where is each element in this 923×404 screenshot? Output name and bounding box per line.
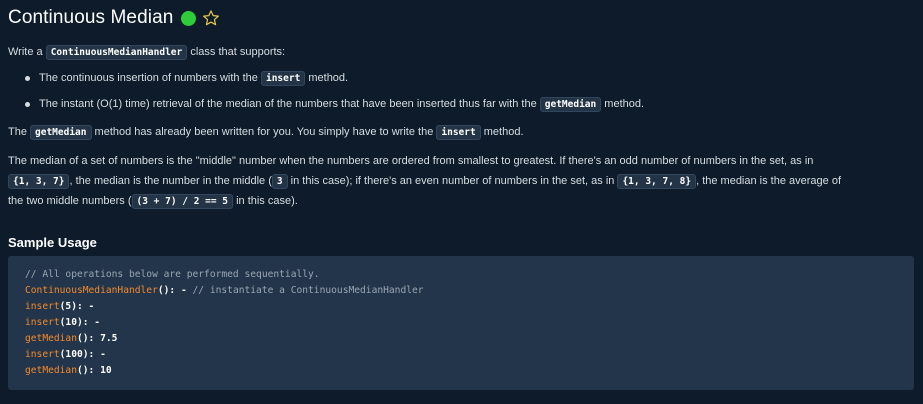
completed-status-icon	[181, 10, 197, 26]
sample-usage-heading: Sample Usage	[8, 235, 97, 250]
bullet-item-getmedian: The instant (O(1) time) retrieval of the…	[39, 96, 644, 113]
star-outline-icon[interactable]	[202, 9, 220, 27]
even-set-code: {1, 3, 7, 8}	[617, 174, 697, 189]
paragraph-text: , the median is the average of	[696, 175, 842, 187]
code-function: insert	[25, 301, 60, 312]
median-definition-line-1: The median of a set of numbers is the "m…	[8, 155, 814, 167]
insert-code: insert	[436, 125, 481, 140]
bullet-text: method.	[601, 98, 645, 110]
median-definition-line-3: the two middle numbers ((3 + 7) / 2 == 5…	[8, 193, 298, 210]
page-title: Continuous Median	[8, 7, 174, 28]
bullet-dot	[25, 102, 30, 107]
odd-set-code: {1, 3, 7}	[8, 174, 70, 189]
class-name-code: ContinuousMedianHandler	[45, 45, 188, 60]
code-output: (): 10	[76, 365, 112, 376]
bullet-dot	[25, 76, 30, 81]
code-line: insert(10): -	[25, 316, 100, 330]
bullet-text: The continuous insertion of numbers with…	[39, 72, 261, 84]
insert-code: insert	[260, 71, 306, 86]
paragraph-text: the two middle numbers (	[8, 195, 132, 207]
code-function: getMedian	[25, 333, 77, 344]
code-line: insert(100): -	[25, 348, 106, 362]
code-function: insert	[25, 349, 60, 360]
sample-usage-code-block[interactable]: // All operations below are performed se…	[8, 256, 914, 390]
getmedian-code: getMedian	[30, 125, 92, 140]
code-comment: // All operations below are performed se…	[25, 269, 320, 280]
code-function: insert	[25, 317, 60, 328]
code-line: getMedian(): 10	[25, 364, 112, 378]
code-line: getMedian(): 7.5	[25, 332, 117, 346]
paragraph-text: method has already been written for you.…	[91, 126, 437, 138]
median-definition-line-2: {1, 3, 7}, the median is the number in t…	[8, 173, 841, 190]
average-formula-code: (3 + 7) / 2 == 5	[131, 194, 234, 209]
code-output: (): 7.5	[76, 333, 118, 344]
bullet-text: The instant (O(1) time) retrieval of the…	[39, 98, 540, 110]
code-line: ContinuousMedianHandler(): - // instanti…	[25, 284, 424, 298]
intro-text: Write a	[8, 46, 46, 58]
code-output: (5): -	[59, 301, 95, 312]
intro-text: class that supports:	[187, 46, 286, 58]
code-line: // All operations below are performed se…	[25, 268, 320, 282]
intro-paragraph: Write a ContinuousMedianHandler class th…	[8, 44, 285, 61]
paragraph-text: The	[8, 126, 31, 138]
code-comment: // instantiate a ContinuousMedianHandler	[192, 285, 424, 296]
code-function: ContinuousMedianHandler	[25, 285, 158, 296]
code-line: insert(5): -	[25, 300, 94, 314]
title-row: Continuous Median	[8, 6, 220, 30]
paragraph-text: in this case).	[233, 195, 298, 207]
getmedian-paragraph: The getMedian method has already been wr…	[8, 124, 524, 141]
code-function: getMedian	[25, 365, 77, 376]
paragraph-text: , the median is the number in the middle…	[69, 175, 272, 187]
median-value-code: 3	[271, 174, 288, 189]
paragraph-text: in this case); if there's an even number…	[287, 175, 618, 187]
code-output: (): -	[157, 285, 193, 296]
code-output: (10): -	[59, 317, 101, 328]
code-output: (100): -	[59, 349, 106, 360]
paragraph-text: method.	[480, 126, 524, 138]
bullet-text: method.	[305, 72, 349, 84]
getmedian-code: getMedian	[539, 97, 602, 112]
bullet-item-insert: The continuous insertion of numbers with…	[39, 70, 348, 87]
